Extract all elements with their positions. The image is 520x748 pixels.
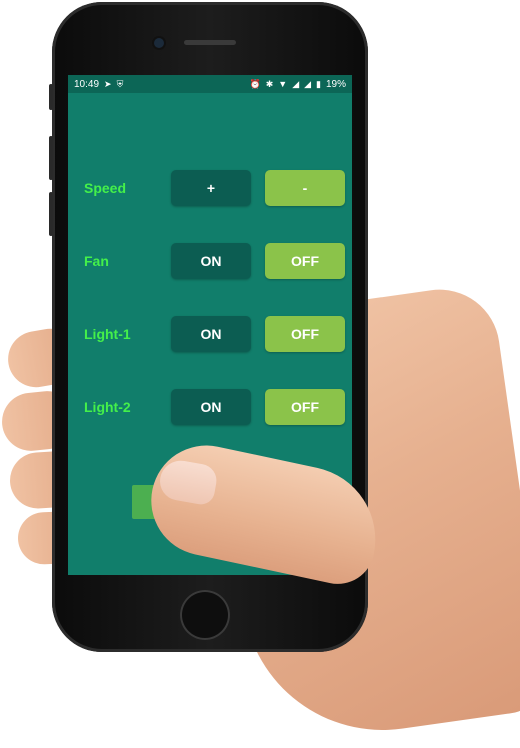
- front-camera: [154, 38, 164, 48]
- speed-label: Speed: [84, 180, 127, 196]
- light2-on-button[interactable]: ON: [171, 389, 251, 425]
- fan-on-button[interactable]: ON: [171, 243, 251, 279]
- shield-check-icon: ⛨: [116, 78, 124, 89]
- light1-label: Light-1: [84, 326, 131, 342]
- bluetooth-icon: ✱: [265, 78, 274, 89]
- mute-switch: [49, 84, 53, 110]
- light1-on-button[interactable]: ON: [171, 316, 251, 352]
- speed-decrease-button[interactable]: -: [265, 170, 345, 206]
- status-time: 10:49: [74, 78, 100, 90]
- status-bar: 10:49 ➤ ⛨ ⏰ ✱ ▼ ◢ ◢ ▮ 19%: [68, 75, 352, 93]
- light1-off-button[interactable]: OFF: [265, 316, 345, 352]
- alarm-icon: ⏰: [249, 78, 261, 89]
- light2-label: Light-2: [84, 399, 131, 415]
- battery-icon: ▮: [316, 78, 321, 89]
- home-button[interactable]: [180, 590, 230, 640]
- earpiece-speaker: [184, 40, 236, 45]
- volume-up-button: [49, 136, 53, 180]
- notification-icon: ➤: [104, 78, 112, 89]
- signal-icon: ◢: [292, 78, 300, 89]
- signal-icon: ◢: [304, 78, 312, 89]
- speed-row: Speed + -: [68, 170, 352, 206]
- speed-increase-button[interactable]: +: [171, 170, 251, 206]
- volume-down-button: [49, 192, 53, 236]
- light2-off-button[interactable]: OFF: [265, 389, 345, 425]
- fan-row: Fan ON OFF: [68, 243, 352, 279]
- light1-row: Light-1 ON OFF: [68, 316, 352, 352]
- fan-off-button[interactable]: OFF: [265, 243, 345, 279]
- battery-percent: 19%: [325, 78, 346, 90]
- light2-row: Light-2 ON OFF: [68, 389, 352, 425]
- wifi-icon: ▼: [278, 78, 288, 89]
- fan-label: Fan: [84, 253, 109, 269]
